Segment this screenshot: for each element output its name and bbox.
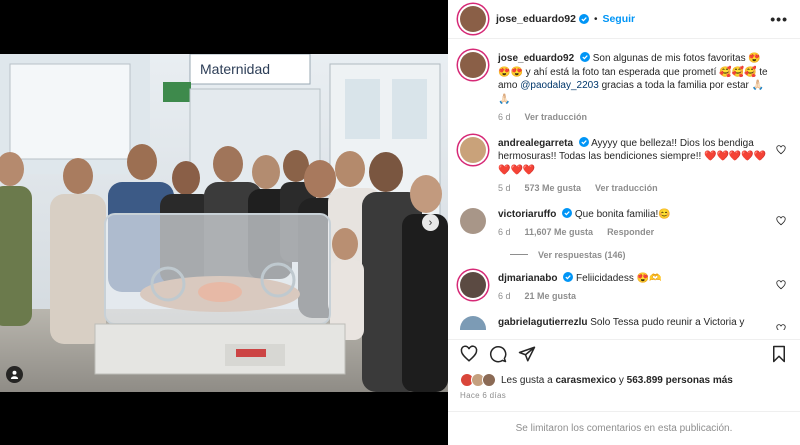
verified-badge-icon bbox=[562, 207, 573, 218]
likes-prefix: Les gusta a bbox=[501, 374, 553, 386]
family-photo-illustration: Maternidad bbox=[0, 54, 448, 392]
likes-middle: y bbox=[618, 374, 624, 386]
comment-meta: 6 d 21 Me gusta bbox=[498, 290, 768, 304]
person-icon bbox=[10, 370, 19, 379]
comment-text: Feliicidadess 😍🫶 bbox=[576, 272, 662, 284]
likes-summary[interactable]: Les gusta a carasmexico y 563.899 person… bbox=[448, 373, 800, 387]
post-photo[interactable]: Maternidad bbox=[0, 54, 448, 392]
comment-likes[interactable]: 21 Me gusta bbox=[525, 290, 577, 304]
chevron-right-icon: › bbox=[428, 216, 433, 229]
comment-body: andrealegarreta Ayyyy que belleza!! Dios… bbox=[498, 136, 768, 196]
verified-badge-icon bbox=[578, 14, 589, 24]
liker-avatars bbox=[460, 373, 498, 387]
verified-badge-icon bbox=[563, 271, 574, 282]
next-photo-button[interactable]: › bbox=[422, 214, 439, 231]
post-viewer: Maternidad › jose_eduardo92 • Seguir •••… bbox=[0, 0, 800, 445]
avatar[interactable] bbox=[460, 207, 486, 234]
comments-limited-notice: Se limitaron los comentarios en esta pub… bbox=[448, 411, 800, 445]
comment-likes[interactable]: 11,607 Me gusta bbox=[525, 226, 594, 240]
comment-username[interactable]: gabrielagutierrezlu bbox=[498, 317, 587, 328]
comment-time[interactable]: 5 d bbox=[498, 182, 511, 196]
avatar[interactable] bbox=[460, 315, 486, 330]
header-username[interactable]: jose_eduardo92 bbox=[496, 13, 576, 25]
comments-list[interactable]: jose_eduardo92 Son algunas de mis fotos … bbox=[448, 40, 800, 330]
like-comment-heart-icon[interactable] bbox=[776, 215, 786, 226]
avatar[interactable] bbox=[460, 271, 486, 298]
comment-username[interactable]: djmarianabo bbox=[498, 273, 557, 284]
comment-meta: 5 d 573 Me gusta Ver traducción bbox=[498, 182, 768, 196]
caption-mention[interactable]: @paodalay_2203 bbox=[520, 80, 599, 91]
likes-user[interactable]: carasmexico bbox=[556, 375, 617, 386]
comment-body: victoriaruffo Que bonita familia!😊 6 d 1… bbox=[498, 207, 768, 240]
comment: gabrielagutierrezlu Solo Tessa pudo reun… bbox=[460, 315, 788, 331]
verified-badge-icon bbox=[578, 136, 589, 147]
comment-body: djmarianabo Feliicidadess 😍🫶 6 d 21 Me g… bbox=[498, 271, 768, 304]
caption-meta: 6 d Ver traducción bbox=[498, 111, 768, 125]
avatar[interactable] bbox=[460, 6, 486, 32]
posted-time: Hace 6 días bbox=[460, 391, 506, 400]
more-options-icon[interactable]: ••• bbox=[770, 11, 788, 27]
view-replies-button[interactable]: Ver respuestas (146) bbox=[510, 250, 788, 260]
caption-time[interactable]: 6 d bbox=[498, 111, 511, 125]
comment: djmarianabo Feliicidadess 😍🫶 6 d 21 Me g… bbox=[460, 271, 788, 304]
incubator bbox=[94, 213, 346, 375]
reply-link[interactable]: Responder bbox=[607, 226, 654, 240]
follow-button[interactable]: Seguir bbox=[602, 13, 635, 25]
save-bookmark-icon[interactable] bbox=[770, 345, 788, 363]
tagged-users-button[interactable] bbox=[6, 366, 23, 383]
like-comment-heart-icon[interactable] bbox=[776, 279, 786, 290]
comment-username[interactable]: victoriaruffo bbox=[498, 209, 556, 220]
media-panel: Maternidad › bbox=[0, 0, 448, 445]
avatar[interactable] bbox=[460, 52, 486, 78]
share-paper-plane-icon[interactable] bbox=[518, 345, 536, 363]
caption-body: jose_eduardo92 Son algunas de mis fotos … bbox=[498, 52, 768, 125]
comment-time[interactable]: 6 d bbox=[498, 226, 511, 240]
post-header: jose_eduardo92 • Seguir ••• bbox=[448, 0, 800, 39]
see-translation-link[interactable]: Ver traducción bbox=[525, 111, 588, 125]
like-heart-icon[interactable] bbox=[460, 345, 478, 363]
maternity-sign-text: Maternidad bbox=[200, 61, 270, 77]
comment-meta: 6 d 11,607 Me gusta Responder bbox=[498, 226, 768, 240]
comment-text: Que bonita familia!😊 bbox=[574, 208, 671, 220]
comment-username[interactable]: andrealegarreta bbox=[498, 138, 573, 149]
separator-dot: • bbox=[593, 13, 598, 25]
details-panel: jose_eduardo92 • Seguir ••• jose_eduardo… bbox=[448, 0, 800, 445]
caption-username[interactable]: jose_eduardo92 bbox=[498, 53, 574, 64]
likes-count[interactable]: 563.899 personas más bbox=[627, 375, 733, 386]
comment-body: gabrielagutierrezlu Solo Tessa pudo reun… bbox=[498, 316, 768, 331]
caption: jose_eduardo92 Son algunas de mis fotos … bbox=[460, 52, 788, 125]
action-icons bbox=[448, 342, 800, 366]
comment-time[interactable]: 6 d bbox=[498, 290, 511, 304]
avatar[interactable] bbox=[460, 136, 486, 163]
see-translation-link[interactable]: Ver traducción bbox=[595, 182, 658, 196]
comment: victoriaruffo Que bonita familia!😊 6 d 1… bbox=[460, 207, 788, 240]
comment-text: Solo Tessa pudo reunir a Victoria y bbox=[590, 316, 745, 328]
comment-likes[interactable]: 573 Me gusta bbox=[525, 182, 582, 196]
replies-divider bbox=[510, 254, 528, 255]
avatar bbox=[482, 373, 496, 387]
comment-bubble-icon[interactable] bbox=[489, 345, 507, 363]
view-replies-label: Ver respuestas (146) bbox=[538, 249, 626, 260]
verified-badge-icon bbox=[579, 52, 590, 62]
like-comment-heart-icon[interactable] bbox=[776, 144, 786, 155]
like-comment-heart-icon[interactable] bbox=[776, 323, 786, 331]
comment: andrealegarreta Ayyyy que belleza!! Dios… bbox=[460, 136, 788, 196]
